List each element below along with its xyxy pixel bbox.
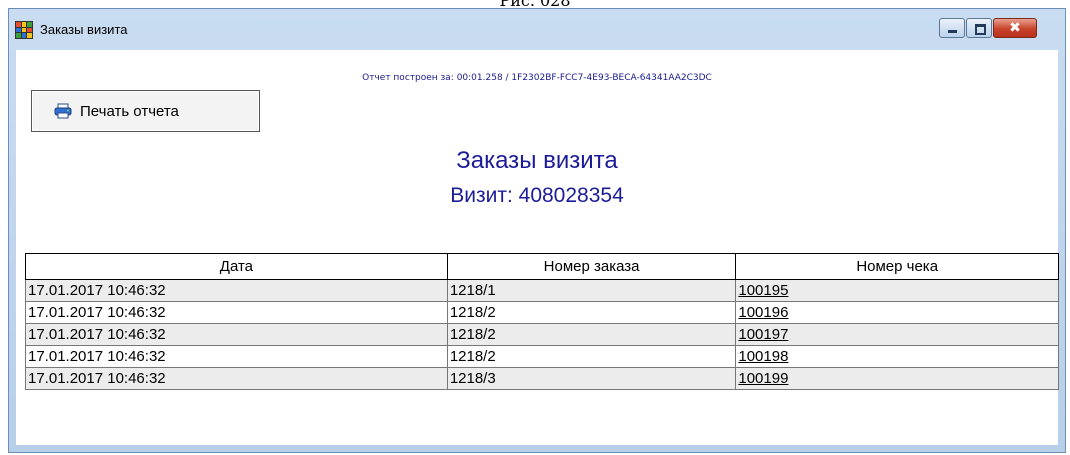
check-link[interactable]: 100199 — [738, 370, 788, 387]
orders-table: Дата Номер заказа Номер чека 17.01.2017 … — [25, 253, 1059, 390]
column-header-date: Дата — [25, 253, 448, 280]
minimize-button[interactable] — [939, 18, 965, 38]
close-button[interactable]: ✖ — [993, 18, 1037, 38]
check-link[interactable]: 100195 — [738, 282, 788, 299]
page-caption: Рис. 028 — [0, 0, 1070, 8]
cell-date: 17.01.2017 10:46:32 — [25, 367, 448, 390]
cell-date: 17.01.2017 10:46:32 — [25, 301, 448, 324]
report-window: Заказы визита ✖ Отчет построен за: 00:01… — [8, 8, 1066, 453]
column-header-order-number: Номер заказа — [446, 253, 737, 280]
report-build-info: Отчет построен за: 00:01.258 / 1F2302BF-… — [362, 73, 712, 83]
check-link[interactable]: 100197 — [738, 326, 788, 343]
table-row: 17.01.2017 10:46:32 1218/2 100197 — [25, 323, 1059, 346]
table-row: 17.01.2017 10:46:32 1218/2 100198 — [25, 345, 1059, 368]
title-bar[interactable]: Заказы визита ✖ — [9, 9, 1065, 50]
cell-check-number: 100197 — [735, 323, 1059, 346]
report-content: Отчет построен за: 00:01.258 / 1F2302BF-… — [16, 50, 1059, 445]
cell-check-number: 100198 — [735, 345, 1059, 368]
check-link[interactable]: 100196 — [738, 304, 788, 321]
maximize-button[interactable] — [966, 18, 992, 38]
table-row: 17.01.2017 10:46:32 1218/3 100199 — [25, 367, 1059, 390]
window-title: Заказы визита — [40, 22, 128, 37]
report-title: Заказы визита — [456, 147, 618, 174]
cell-check-number: 100199 — [735, 367, 1059, 390]
cell-order-number: 1218/3 — [446, 367, 737, 390]
cell-date: 17.01.2017 10:46:32 — [25, 279, 448, 302]
report-subtitle: Визит: 408028354 — [450, 184, 624, 207]
close-icon: ✖ — [1009, 20, 1021, 36]
cell-order-number: 1218/2 — [446, 345, 737, 368]
cell-date: 17.01.2017 10:46:32 — [25, 323, 448, 346]
table-header-row: Дата Номер заказа Номер чека — [25, 253, 1059, 280]
print-report-button[interactable]: Печать отчета — [31, 90, 260, 132]
app-grid-icon — [15, 21, 33, 39]
cell-check-number: 100196 — [735, 301, 1059, 324]
check-link[interactable]: 100198 — [738, 348, 788, 365]
table-row: 17.01.2017 10:46:32 1218/1 100195 — [25, 279, 1059, 302]
cell-date: 17.01.2017 10:46:32 — [25, 345, 448, 368]
print-report-label: Печать отчета — [80, 102, 179, 120]
column-header-check-number: Номер чека — [735, 253, 1059, 280]
cell-order-number: 1218/2 — [446, 323, 737, 346]
cell-order-number: 1218/2 — [446, 301, 737, 324]
cell-check-number: 100195 — [735, 279, 1059, 302]
table-row: 17.01.2017 10:46:32 1218/2 100196 — [25, 301, 1059, 324]
cell-order-number: 1218/1 — [446, 279, 737, 302]
printer-icon — [54, 103, 72, 119]
